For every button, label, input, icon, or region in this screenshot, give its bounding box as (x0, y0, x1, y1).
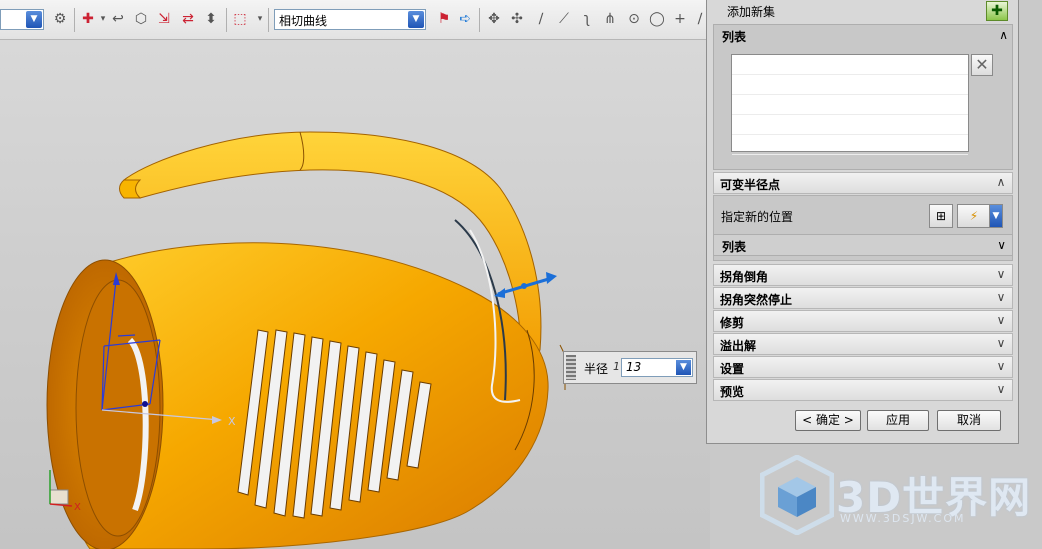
chevron-down-icon[interactable]: ▾ (95, 11, 111, 27)
apply-button[interactable]: 应用 (867, 410, 929, 431)
radius-input-popup[interactable]: 半径 1 13 ▼ (563, 351, 697, 384)
watermark-url: WWW.3DSJW.COM (840, 512, 966, 525)
section-title: 设置 (720, 362, 745, 376)
list-item[interactable] (732, 55, 968, 75)
chevron-down-icon[interactable]: ▼ (408, 11, 424, 28)
set-listbox[interactable] (731, 54, 969, 155)
add-new-set-row: 添加新集 ✚ (713, 0, 1013, 22)
grip-handle[interactable] (566, 355, 576, 380)
transform-icon[interactable]: ⇄ (180, 11, 196, 27)
arc-icon[interactable]: ⋔ (602, 11, 618, 27)
add-new-set-label: 添加新集 (727, 5, 776, 19)
chevron-up-icon[interactable]: ∧ (994, 175, 1008, 189)
curve-rule-value: 相切曲线 (279, 14, 328, 28)
filter-combo[interactable]: ▼ (0, 9, 44, 30)
csys-origin[interactable] (142, 401, 148, 407)
circle-icon[interactable]: ◯ (649, 11, 665, 27)
cross-icon[interactable]: + (672, 11, 688, 27)
list-item[interactable] (732, 95, 968, 115)
line-icon[interactable]: ∕ (533, 11, 549, 27)
point-add-icon[interactable]: ✚ (80, 11, 96, 27)
x-axis-label: X (228, 415, 236, 428)
curve-icon[interactable]: ʅ (579, 11, 595, 27)
section-title: 拐角突然停止 (720, 293, 793, 307)
chevron-down-icon[interactable]: ▼ (676, 360, 691, 375)
radius-value: 13 (626, 360, 642, 374)
chevron-down-icon[interactable]: ∨ (994, 336, 1008, 350)
main-toolbar: ▼ ⚙ ✚ ▾ ↩ ⬡ ⇲ ⇄ ⬍ ⬚ ▾ 相切曲线 ▼ ⚑ ➪ ✥ ✣ ∕ ⟋… (0, 0, 710, 40)
radius-value-field[interactable]: 13 ▼ (621, 358, 693, 377)
ok-button[interactable]: < 确定 > (795, 410, 861, 431)
move-icon[interactable]: ✥ (486, 11, 502, 27)
section-trim[interactable]: 修剪 ∨ (713, 310, 1013, 332)
snap-icon[interactable]: ⚙ (52, 11, 68, 27)
box-icon[interactable]: ⬡ (133, 11, 149, 27)
section-title: 预览 (720, 385, 745, 399)
list-item[interactable] (732, 115, 968, 135)
tangent-line-icon[interactable]: ⟋ (556, 11, 572, 27)
arrow-head-icon (546, 272, 557, 284)
section-stop-short[interactable]: 拐角突然停止 ∨ (713, 287, 1013, 309)
chevron-down-icon[interactable]: ▾ (252, 11, 268, 27)
select-rect-icon[interactable]: ⬚ (232, 11, 248, 27)
toolbar-separator (268, 8, 269, 32)
toolbar-separator (74, 8, 75, 32)
section-corner-setback[interactable]: 拐角倒角 ∨ (713, 264, 1013, 286)
section-title: 修剪 (720, 316, 745, 330)
list-item[interactable] (732, 135, 968, 155)
chevron-down-icon[interactable]: ∨ (994, 267, 1008, 281)
toolbar-separator (226, 8, 227, 32)
section-settings[interactable]: 设置 ∨ (713, 356, 1013, 378)
part-model[interactable]: X X (0, 40, 710, 549)
list-item[interactable] (732, 75, 968, 95)
specify-new-position-label: 指定新的位置 (721, 210, 794, 224)
watermark-cube-logo (760, 455, 834, 535)
arrow-right-icon[interactable]: ➪ (457, 11, 473, 27)
point-move-icon[interactable]: ⇲ (156, 11, 172, 27)
section-overflow[interactable]: 溢出解 ∨ (713, 333, 1013, 355)
info-icon[interactable]: ⚑ (436, 11, 452, 27)
point-dialog-button[interactable]: ⊞ (929, 204, 953, 228)
toolbar-separator (479, 8, 480, 32)
add-new-set-button[interactable]: ✚ (986, 1, 1008, 21)
circle-point-icon[interactable]: ⊙ (626, 11, 642, 27)
chevron-down-icon[interactable]: ∨ (997, 238, 1006, 252)
section-title: 溢出解 (720, 339, 757, 353)
chevron-down-icon[interactable]: ∨ (994, 382, 1008, 396)
undo-icon[interactable]: ↩ (110, 11, 126, 27)
radius-index: 1 (613, 360, 620, 373)
chevron-down-icon[interactable]: ▼ (26, 11, 42, 28)
drag-point[interactable] (521, 283, 527, 289)
edge-blend-dialog: 添加新集 ✚ 列表 ∧ ✕ 可变半径点 ∧ 指定新的位置 ⊞ ⚡ ▼ 列表 ∨ … (706, 0, 1019, 444)
chevron-up-icon[interactable]: ∧ (999, 28, 1008, 42)
sub-list-header[interactable]: 列表 ∨ (713, 234, 1013, 256)
inferred-point-button[interactable]: ⚡ (957, 204, 991, 228)
section-preview[interactable]: 预览 ∨ (713, 379, 1013, 401)
chevron-down-icon[interactable]: ∨ (994, 290, 1008, 304)
curve-rule-combo[interactable]: 相切曲线 ▼ (274, 9, 426, 30)
triad-x-label: X (74, 502, 81, 513)
chevron-down-icon[interactable]: ∨ (994, 359, 1008, 373)
sub-list-title: 列表 (722, 240, 747, 254)
chevron-down-icon[interactable]: ∨ (994, 313, 1008, 327)
section-title: 可变半径点 (720, 178, 781, 192)
section-variable-radius[interactable]: 可变半径点 ∧ (713, 172, 1013, 194)
cancel-button[interactable]: 取消 (937, 410, 1001, 431)
graphics-viewport[interactable]: X X 半径 1 13 ▼ (0, 40, 710, 549)
pattern-icon[interactable]: ⬍ (203, 11, 219, 27)
remove-button[interactable]: ✕ (971, 54, 993, 76)
chevron-down-icon[interactable]: ▼ (989, 204, 1003, 228)
move-icon[interactable]: ✣ (509, 11, 525, 27)
list-title: 列表 (722, 30, 747, 44)
radius-label: 半径 (584, 362, 609, 376)
section-title: 拐角倒角 (720, 270, 769, 284)
